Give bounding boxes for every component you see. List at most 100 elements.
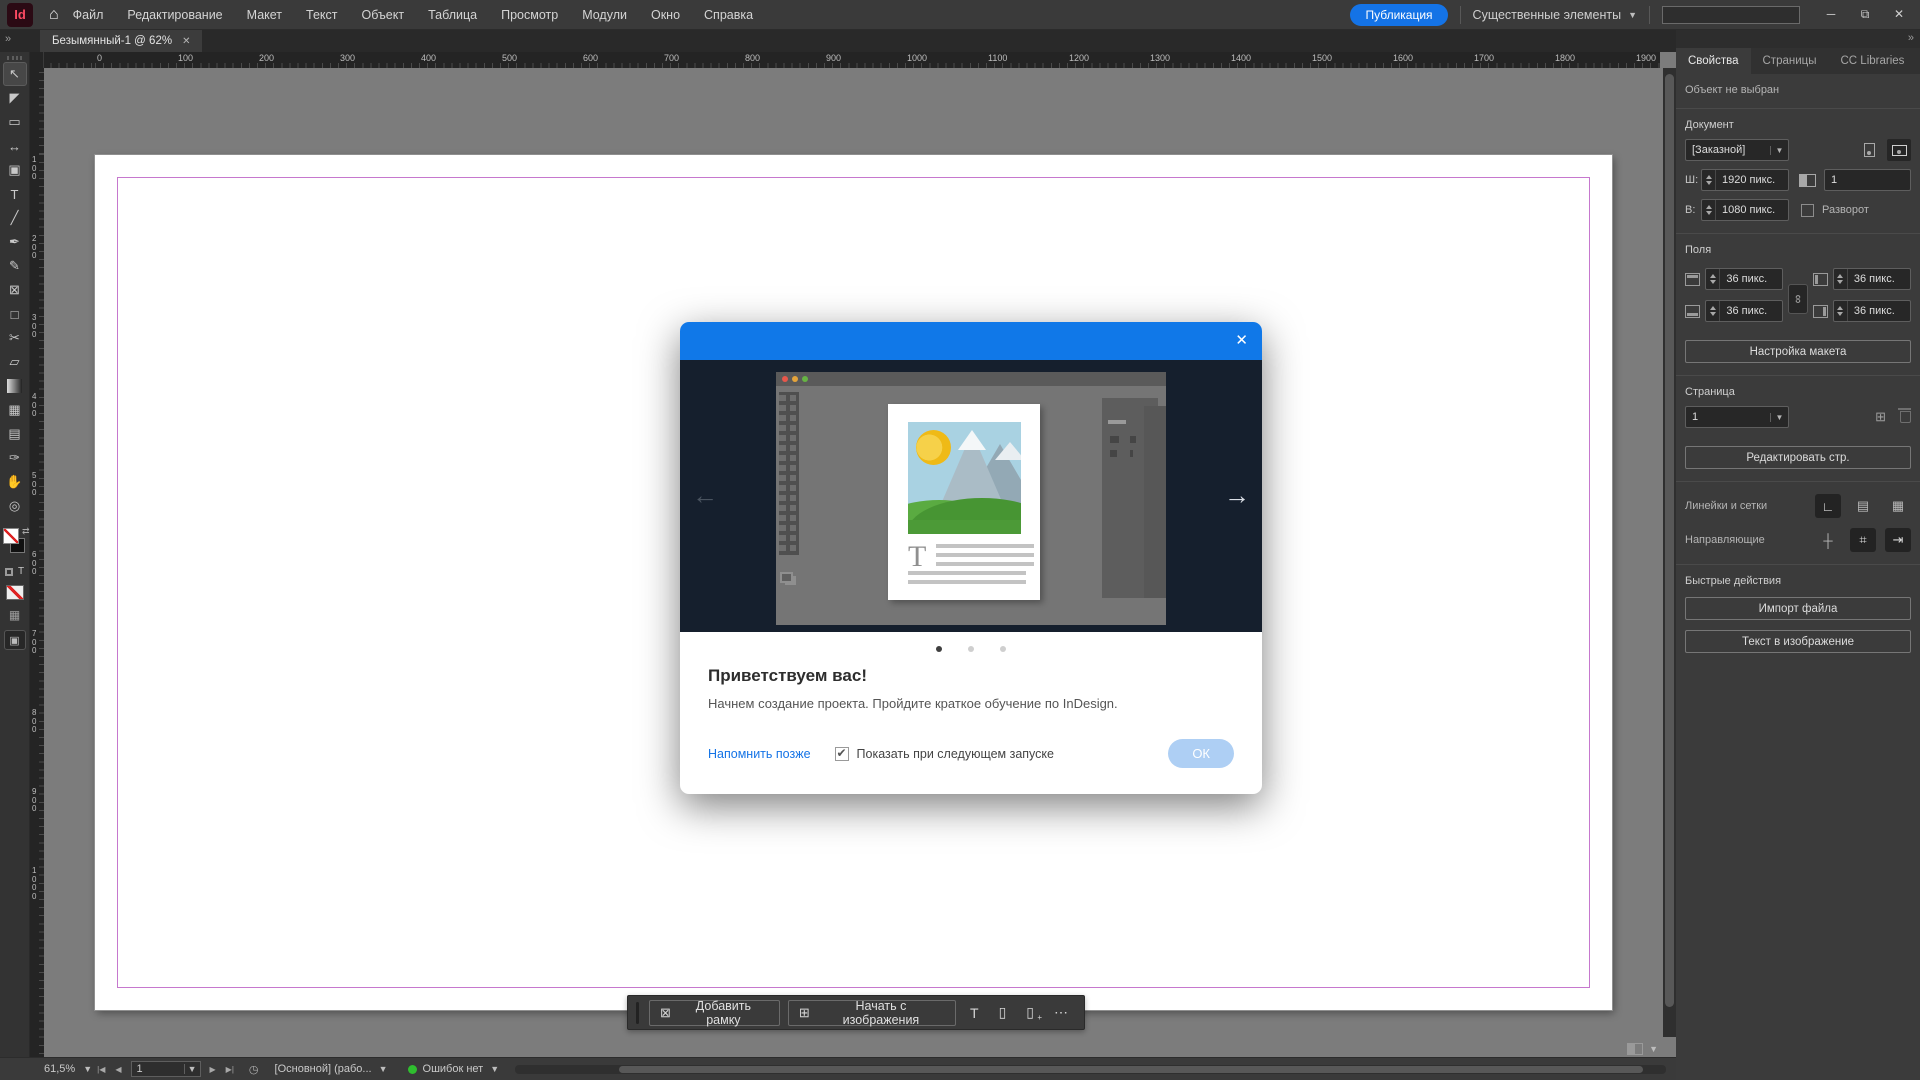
first-page-button[interactable]: |◀ [97,1065,105,1074]
orientation-portrait-button[interactable] [1857,139,1881,161]
direct-selection-tool[interactable]: ◤ [3,86,27,110]
panel-grip[interactable] [7,56,22,60]
carousel-dot[interactable] [968,646,974,652]
type-tool-button[interactable]: T [964,1005,985,1021]
menu-Окно[interactable]: Окно [651,8,680,22]
spread-view-widget[interactable]: ▼ [1627,1043,1658,1055]
zoom-level-control[interactable]: 61,5% ▼ [44,1063,92,1075]
gradient-feather-tool[interactable]: ▦ [3,398,27,422]
menu-Объект[interactable]: Объект [362,8,405,22]
page-tool[interactable]: ▭ [3,110,27,134]
dialog-close-icon[interactable]: ✕ [1235,331,1248,349]
margin-left-field[interactable]: 36 пикс. [1833,268,1911,290]
toolbar-expand-icon[interactable]: » [5,33,9,45]
free-transform-tool[interactable]: ▱ [3,350,27,374]
preflight-icon[interactable]: ◷ [249,1063,259,1076]
page-icon[interactable]: ▯ [993,1004,1013,1021]
prev-page-button[interactable]: ◀ [115,1065,121,1074]
workspace-switcher[interactable]: Существенные элементы ▼ [1473,8,1637,22]
link-margins-button[interactable]: ∞ [1788,284,1807,314]
start-with-image-button[interactable]: ⊞ Начать с изображения [788,1000,956,1026]
orientation-landscape-button[interactable] [1887,139,1911,161]
scrollbar-thumb[interactable] [619,1066,1643,1073]
margin-top-stepper[interactable] [1706,269,1720,289]
formatting-container-icon[interactable] [5,568,13,576]
last-page-button[interactable]: ▶| [226,1065,234,1074]
minimize-button[interactable]: ─ [1814,7,1848,22]
tab-close-icon[interactable]: ✕ [182,36,190,47]
delete-page-icon[interactable] [1900,411,1911,423]
pages-count-field[interactable]: 1 [1824,169,1911,191]
line-tool[interactable]: ╱ [3,206,27,230]
height-field[interactable]: 1080 пикс. [1701,199,1789,221]
preflight-profile-control[interactable]: [Основной] (рабо... ▼ [275,1063,388,1075]
margin-left-stepper[interactable] [1834,269,1848,289]
document-grid-button[interactable]: ▦ [1885,494,1911,518]
lock-guides-button[interactable]: ⌗ [1850,528,1876,552]
scissors-tool[interactable]: ✂ [3,326,27,350]
more-options-icon[interactable]: ⋯ [1048,1004,1074,1021]
menu-Таблица[interactable]: Таблица [428,8,477,22]
screen-mode-button[interactable]: ▣ [4,630,26,650]
close-button[interactable]: ✕ [1882,7,1916,22]
menu-Файл[interactable]: Файл [73,8,104,22]
horizontal-ruler[interactable]: 0100200300400500600700800900100011001200… [44,52,1660,68]
menu-Редактирование[interactable]: Редактирование [127,8,222,22]
vertical-ruler[interactable]: 1002003004005006007008009001000 [30,68,44,1057]
rectangle-tool[interactable]: □ [3,302,27,326]
zoom-tool[interactable]: ◎ [3,494,27,518]
edit-page-button[interactable]: Редактировать стр. [1685,446,1911,469]
carousel-next-arrow[interactable]: → [1224,480,1250,511]
carousel-dot[interactable] [1000,646,1006,652]
baseline-grid-button[interactable]: ▤ [1850,494,1876,518]
show-rulers-button[interactable]: ∟ [1815,494,1841,518]
show-on-startup-checkbox[interactable] [835,747,849,761]
note-tool[interactable]: ▤ [3,422,27,446]
error-status-control[interactable]: Ошибок нет ▼ [423,1063,500,1075]
ok-button[interactable]: ОК [1168,739,1234,768]
height-stepper[interactable] [1702,200,1716,220]
ruler-origin-corner[interactable] [30,52,44,68]
document-tab[interactable]: Безымянный-1 @ 62% ✕ [40,30,202,52]
width-stepper[interactable] [1702,170,1716,190]
add-frame-button[interactable]: ⊠ Добавить рамку [649,1000,780,1026]
carousel-prev-arrow[interactable]: ← [692,480,718,511]
frame-tool[interactable]: ⊠ [3,278,27,302]
content-collector-tool[interactable]: ▣ [3,158,27,182]
apply-none-button[interactable] [6,585,24,600]
vertical-scrollbar[interactable] [1663,68,1676,1037]
document-preset-select[interactable]: [Заказной] ▼ [1685,139,1789,161]
panel-collapse-icon[interactable]: » [1908,32,1914,44]
toolbar-grip[interactable] [636,1002,639,1024]
gap-tool[interactable]: ↔ [3,134,27,158]
add-page-icon[interactable]: ▯+ [1020,1004,1040,1021]
margin-top-field[interactable]: 36 пикс. [1705,268,1783,290]
import-file-button[interactable]: Импорт файла [1685,597,1911,620]
next-page-button[interactable]: ▶ [210,1065,216,1074]
menu-Текст[interactable]: Текст [306,8,337,22]
menu-Просмотр[interactable]: Просмотр [501,8,558,22]
page-number-field[interactable]: 1 ▼ [131,1061,201,1077]
publish-button[interactable]: Публикация [1350,4,1447,26]
cell-view-icon[interactable]: ▦ [0,608,29,622]
tab-pages[interactable]: Страницы [1751,48,1829,74]
fill-stroke-swatches[interactable]: ⇄ [2,526,28,560]
carousel-dot[interactable] [936,646,942,652]
remind-later-link[interactable]: Напомнить позже [708,747,811,761]
menu-Справка[interactable]: Справка [704,8,753,22]
hand-tool[interactable]: ✋ [3,470,27,494]
show-guides-button[interactable]: ┼ [1815,528,1841,552]
selection-tool[interactable]: ↖ [3,62,27,86]
width-field[interactable]: 1920 пикс. [1701,169,1789,191]
pencil-tool[interactable]: ✎ [3,254,27,278]
tab-properties[interactable]: Свойства [1676,48,1751,74]
margin-right-field[interactable]: 36 пикс. [1833,300,1911,322]
horizontal-scrollbar[interactable] [515,1065,1666,1074]
fill-swatch[interactable] [3,528,19,544]
swap-fill-stroke-icon[interactable]: ⇄ [22,526,30,537]
text-to-image-button[interactable]: Текст в изображение [1685,630,1911,653]
home-icon[interactable]: ⌂ [49,6,59,24]
margin-bottom-field[interactable]: 36 пикс. [1705,300,1783,322]
scrollbar-thumb[interactable] [1665,74,1674,1007]
search-input[interactable] [1662,6,1800,24]
